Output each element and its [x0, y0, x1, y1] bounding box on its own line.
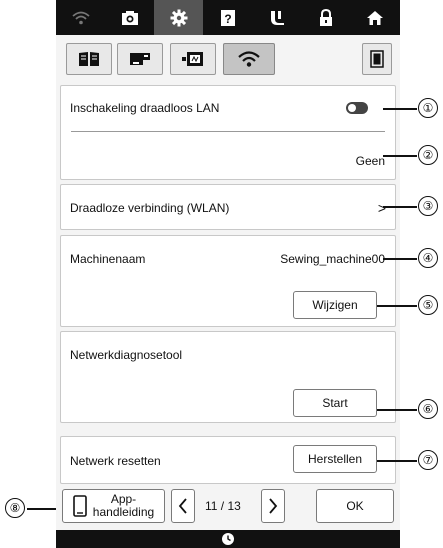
page-indicator: 11 / 13 [205, 499, 241, 513]
top-navigation-bar: ? [56, 0, 400, 35]
settings-category-tabs [60, 40, 396, 78]
machine-name-label: Machinenaam [70, 252, 146, 266]
next-page-button[interactable] [261, 489, 285, 523]
wlan-status-value: Geen [355, 154, 385, 168]
wifi-icon[interactable] [223, 43, 275, 75]
ok-button[interactable]: OK [316, 489, 394, 523]
camera-icon[interactable] [105, 0, 154, 35]
callout-line-7 [377, 460, 417, 462]
wireless-connection-label: Draadloze verbinding (WLAN) [70, 201, 230, 215]
machine-name-panel: Machinenaam Sewing_machine00 Wijzigen [60, 235, 396, 327]
callout-7: ⑦ [418, 450, 438, 470]
callout-line-5 [377, 305, 417, 307]
chevron-right-icon: > [377, 200, 386, 216]
help-icon[interactable]: ? [203, 0, 252, 35]
embroidery-icon[interactable] [170, 43, 216, 75]
callout-3: ③ [418, 196, 438, 216]
callout-line-1 [383, 108, 417, 110]
divider [71, 131, 385, 132]
network-reset-label: Netwerk resetten [70, 454, 161, 468]
callout-2: ② [418, 145, 438, 165]
phone-icon [72, 495, 87, 517]
callout-line-3 [383, 206, 417, 208]
callout-line-4 [383, 258, 417, 260]
wlan-panel: Inschakeling draadloos LAN Geen [60, 85, 396, 180]
status-bar [56, 530, 400, 548]
book-icon[interactable] [66, 43, 112, 75]
network-diagnostic-label: Netwerkdiagnosetool [70, 348, 183, 362]
app-manual-button[interactable]: App- handleiding [62, 489, 165, 523]
machine-screen: ? Inschakeling draadloos LAN Geen Draadl… [56, 0, 400, 548]
network-reset-panel: Netwerk resetten Herstellen [60, 436, 396, 484]
callout-1: ① [418, 98, 438, 118]
machine-name-value: Sewing_machine00 [280, 252, 385, 266]
settings-gear-icon[interactable] [154, 0, 204, 35]
wlan-enable-label: Inschakeling draadloos LAN [70, 101, 220, 115]
callout-8: ⑧ [5, 498, 25, 518]
wlan-toggle[interactable] [346, 102, 368, 114]
reset-button[interactable]: Herstellen [293, 445, 377, 473]
svg-text:?: ? [224, 12, 231, 26]
callout-line-2 [383, 155, 417, 157]
wireless-connection-row[interactable]: Draadloze verbinding (WLAN) > [60, 184, 396, 230]
lock-icon[interactable] [302, 0, 351, 35]
change-name-button[interactable]: Wijzigen [293, 291, 377, 319]
chevron-left-icon [178, 498, 187, 514]
bottom-bar: App- handleiding 11 / 13 OK [60, 489, 396, 525]
start-button[interactable]: Start [293, 389, 377, 417]
callout-4: ④ [418, 248, 438, 268]
clock-icon [222, 533, 234, 545]
callout-6: ⑥ [418, 399, 438, 419]
screen-icon[interactable] [362, 43, 392, 75]
callout-line-6 [377, 409, 417, 411]
prev-page-button[interactable] [171, 489, 195, 523]
chevron-right-icon [269, 498, 278, 514]
callout-5: ⑤ [418, 295, 438, 315]
app-manual-line2: handleiding [92, 505, 155, 519]
wifi-icon[interactable] [56, 0, 105, 35]
home-icon[interactable] [351, 0, 400, 35]
sewing-machine-icon[interactable] [117, 43, 163, 75]
presser-foot-icon[interactable] [253, 0, 302, 35]
network-diagnostic-panel: Netwerkdiagnosetool Start [60, 331, 396, 423]
